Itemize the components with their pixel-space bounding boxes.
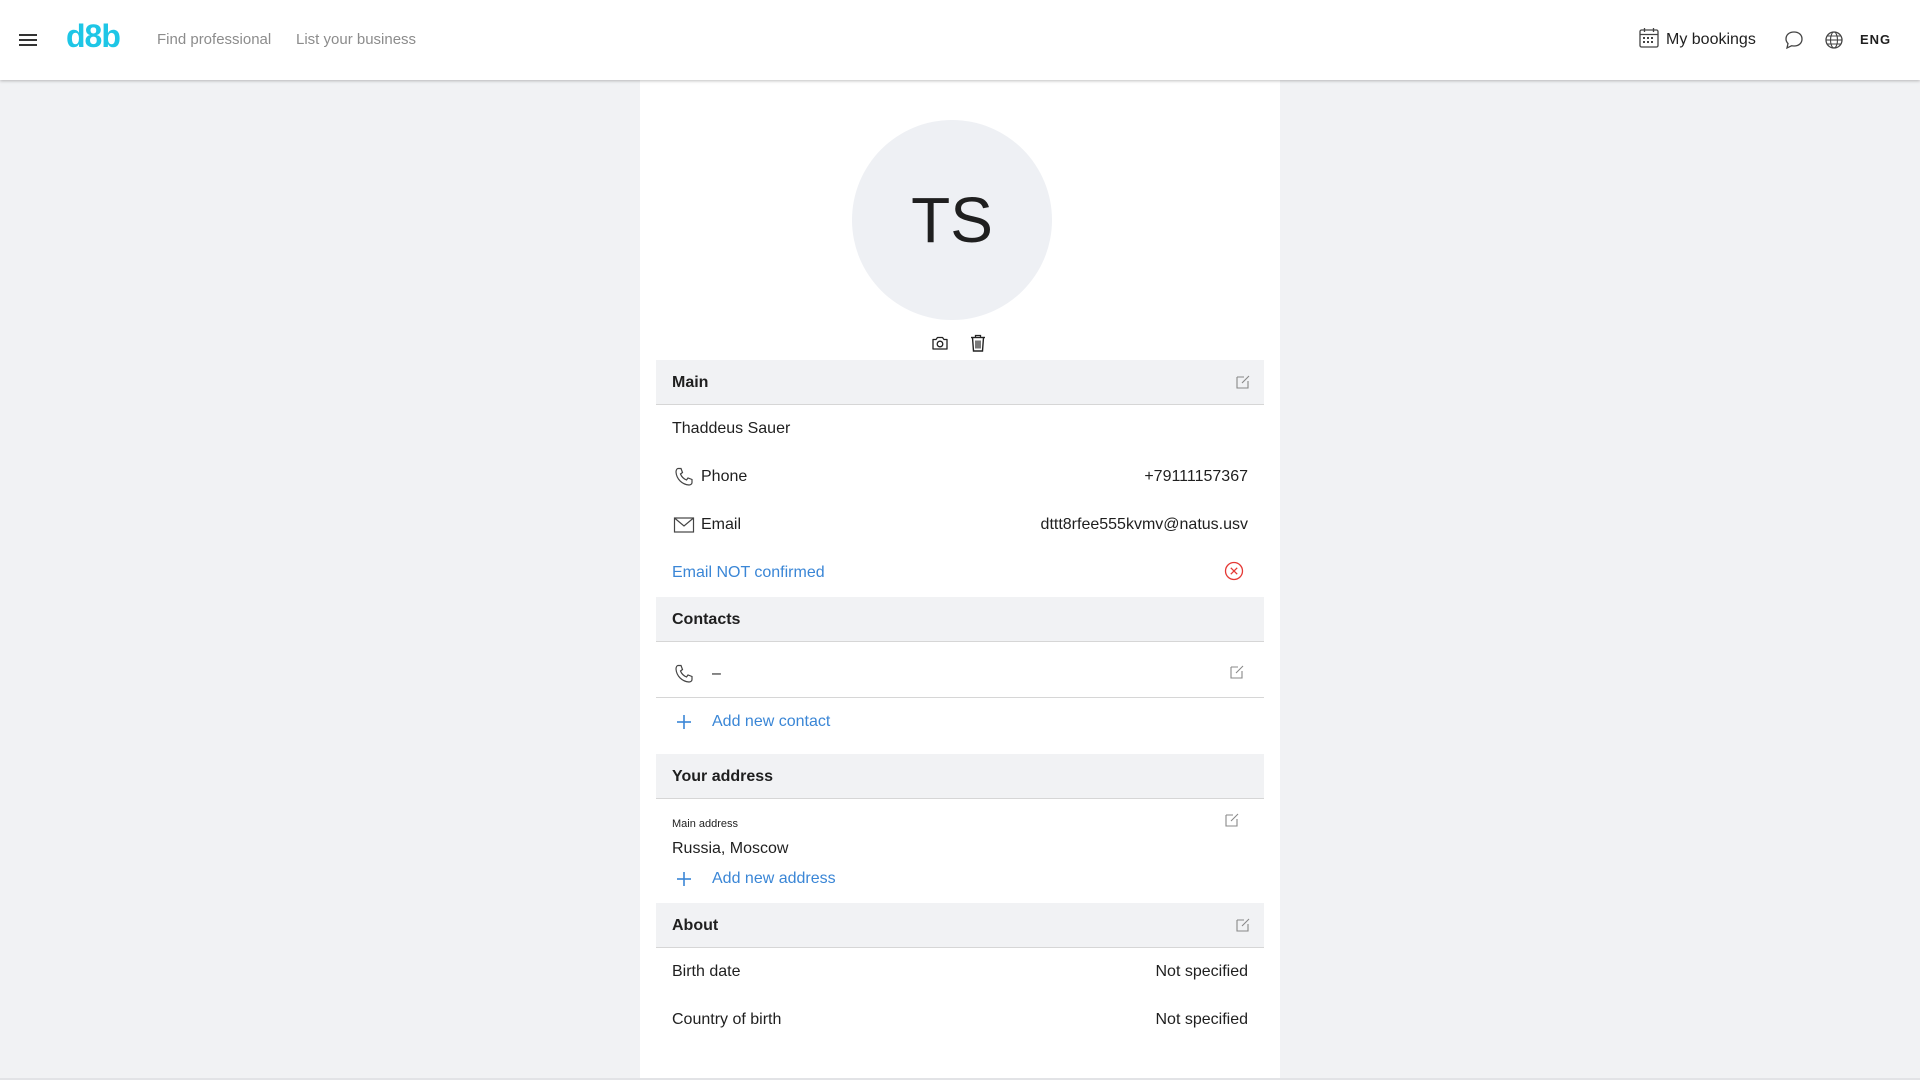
edit-main-icon[interactable] (1234, 373, 1252, 396)
phone-icon (672, 662, 696, 686)
globe-icon[interactable] (1823, 29, 1845, 51)
nav-find-professional[interactable]: Find professional (157, 31, 271, 48)
phone-row: Phone +79111157367 (672, 465, 1248, 489)
chat-icon[interactable] (1783, 29, 1805, 51)
main-section-header: Main (656, 360, 1264, 405)
add-contact-label: Add new contact (712, 713, 831, 730)
country-of-birth-label: Country of birth (672, 1011, 782, 1028)
calendar-icon (1638, 27, 1660, 54)
main-address-label: Main address (672, 818, 739, 830)
email-not-confirmed-link[interactable]: Email NOT confirmed (672, 564, 825, 582)
main-address-value: Russia, Moscow (672, 840, 789, 857)
edit-contact-icon[interactable] (1228, 663, 1246, 686)
main-section-title: Main (672, 374, 709, 391)
avatar: TS (852, 120, 1052, 320)
contact-value: – (712, 665, 721, 682)
my-bookings-button[interactable]: My bookings (1638, 27, 1756, 54)
email-row: Email dttt8rfee555kvmv@natus.usv (672, 513, 1248, 537)
top-bar: d8b Find professional List your business… (0, 0, 1920, 80)
contacts-section-title: Contacts (672, 611, 741, 628)
language-selector[interactable]: ENG (1860, 32, 1891, 47)
full-name-row: Thaddeus Sauer (672, 417, 1248, 441)
plus-icon (672, 710, 696, 734)
camera-icon[interactable] (930, 333, 950, 353)
email-status-row: Email NOT confirmed (672, 561, 1248, 585)
add-address-button[interactable]: Add new address (672, 867, 1248, 891)
about-section-title: About (672, 917, 719, 934)
trash-icon[interactable] (968, 333, 988, 353)
envelope-icon (672, 513, 696, 537)
edit-about-icon[interactable] (1234, 916, 1252, 939)
birth-date-row: Birth date Not specified (672, 960, 1248, 984)
about-section-header: About (656, 903, 1264, 948)
contact-item: – (672, 662, 1248, 686)
phone-value: +79111157367 (1144, 468, 1248, 485)
country-of-birth-value: Not specified (1155, 1011, 1249, 1028)
photo-actions (930, 333, 988, 353)
contacts-divider (656, 697, 1264, 698)
add-address-label: Add new address (712, 870, 836, 887)
my-bookings-label: My bookings (1666, 31, 1756, 48)
phone-label: Phone (701, 468, 748, 485)
phone-icon (672, 465, 696, 489)
email-value: dttt8rfee555kvmv@natus.usv (1040, 516, 1248, 533)
full-name: Thaddeus Sauer (672, 420, 791, 437)
error-circle-icon[interactable] (1224, 561, 1244, 586)
edit-address-icon[interactable] (1223, 811, 1241, 834)
avatar-initials: TS (911, 184, 993, 256)
country-of-birth-row: Country of birth Not specified (672, 1008, 1248, 1032)
add-contact-button[interactable]: Add new contact (672, 710, 1248, 734)
hamburger-menu-icon[interactable] (16, 28, 40, 52)
nav-list-your-business[interactable]: List your business (296, 31, 416, 48)
address-section-title: Your address (672, 768, 774, 785)
contacts-section-header: Contacts (656, 597, 1264, 642)
birth-date-value: Not specified (1155, 963, 1249, 980)
birth-date-label: Birth date (672, 963, 741, 980)
address-section-header: Your address (656, 754, 1264, 799)
profile-card: TS Main Thaddeus Sauer Phone +7911115736… (640, 80, 1280, 1080)
email-label: Email (701, 516, 742, 533)
plus-icon (672, 867, 696, 891)
logo[interactable]: d8b (66, 18, 121, 55)
